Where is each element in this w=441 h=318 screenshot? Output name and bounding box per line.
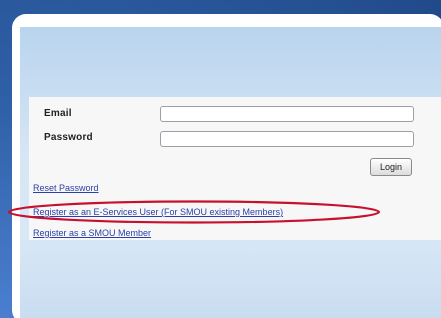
register-member-link[interactable]: Register as a SMOU Member [33,228,151,238]
email-field[interactable] [160,106,414,122]
password-field[interactable] [160,131,414,147]
register-eservices-link[interactable]: Register as an E-Services User (For SMOU… [33,207,283,217]
password-label: Password [44,132,93,143]
email-label: Email [44,108,72,119]
login-button[interactable]: Login [370,158,412,176]
reset-password-link[interactable]: Reset Password [33,183,99,193]
